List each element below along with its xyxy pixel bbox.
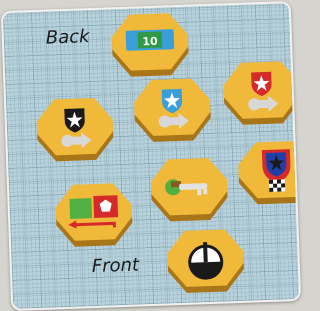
front-label: Front: [91, 254, 140, 278]
red-shield-star-arrow-tile[interactable]: [221, 59, 301, 134]
black-shield-star-arrow-tile[interactable]: [34, 95, 116, 170]
blue-shield-star-arrow-tile[interactable]: [131, 76, 213, 151]
coin-value: 10: [142, 35, 158, 49]
coin-10-tile[interactable]: 10: [109, 11, 191, 86]
tile-reference-card: Back Front 10: [0, 1, 302, 311]
flag-swap-tile[interactable]: [53, 181, 135, 256]
back-label: Back: [45, 26, 90, 49]
checkered-flag-icon: [268, 179, 286, 192]
green-flag-icon: [69, 198, 93, 219]
key-tile[interactable]: [148, 155, 230, 230]
compass-tile[interactable]: [165, 227, 247, 302]
checkered-shield-tile[interactable]: [236, 138, 302, 213]
